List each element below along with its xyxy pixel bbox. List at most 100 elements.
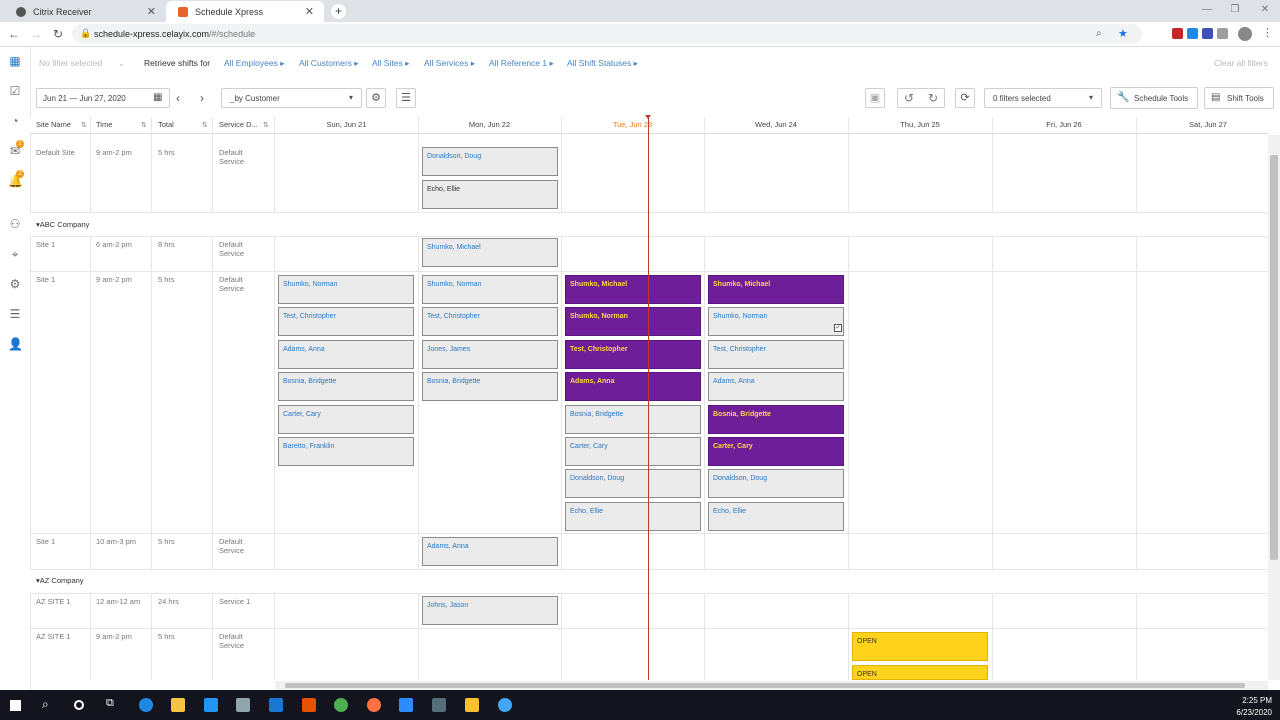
sort-icon[interactable]: ⇅ (81, 121, 87, 129)
chrome-icon[interactable] (334, 698, 348, 712)
tab-schedule-xpress[interactable]: Schedule Xpress ✕ (166, 1, 324, 22)
sort-icon[interactable]: ⇅ (202, 121, 208, 129)
store-icon[interactable] (204, 698, 218, 712)
prev-week-icon[interactable]: ‹ (176, 91, 180, 105)
clipboard-check-icon[interactable]: ☑ (8, 84, 22, 98)
group-row-abc[interactable]: ▾ABC Company (30, 213, 1268, 236)
extension-grey-icon[interactable] (1217, 28, 1228, 39)
mail-icon[interactable] (269, 698, 283, 712)
shift-block[interactable]: Test, Christopher (422, 307, 558, 336)
filters-selected-dropdown[interactable]: 0 filters selected ▾ (984, 88, 1102, 108)
pie-chart-icon[interactable]: ◔ (8, 114, 22, 128)
cortana-icon[interactable] (74, 700, 84, 710)
edge-icon[interactable] (139, 698, 153, 712)
col-header-total[interactable]: Total (158, 117, 174, 133)
group-toggle[interactable]: ▾ABC Company (36, 220, 89, 229)
shift-block[interactable]: Adams, Anna (708, 372, 844, 401)
sort-icon[interactable]: ⇅ (141, 121, 147, 129)
shift-block[interactable]: Carter, Cary (278, 405, 414, 434)
tab-citrix-receiver[interactable]: Citrix Receiver ✕ (4, 1, 166, 22)
apps-grid-icon[interactable]: ▦ (8, 54, 22, 68)
shift-block[interactable]: Shumko, Michael (422, 238, 558, 267)
saved-filter-select[interactable]: No filter selected (39, 58, 102, 68)
filter-employees[interactable]: All Employees ▸ (224, 58, 285, 69)
menu-kebab-icon[interactable]: ⋮ (1262, 26, 1273, 39)
firefox-icon[interactable] (367, 698, 381, 712)
shift-block[interactable]: Adams, Anna (278, 340, 414, 369)
forward-icon[interactable]: → (28, 26, 44, 42)
shift-block[interactable]: Donaldson, Doug (708, 469, 844, 498)
shift-block[interactable]: Adams, Anna (422, 537, 558, 566)
users-cog-icon[interactable]: ⚇ (8, 217, 22, 231)
shift-block[interactable]: Shumko, Michael (708, 275, 844, 304)
shift-block[interactable]: Carter, Cary (565, 437, 701, 466)
shift-block[interactable]: Bosnia, Bridgette (278, 372, 414, 401)
shift-block[interactable]: Donaldson, Doug (565, 469, 701, 498)
shift-block[interactable]: Test, Christopher (708, 340, 844, 369)
windows-start-icon[interactable] (10, 700, 21, 711)
vertical-scroll-thumb[interactable] (1270, 155, 1278, 560)
shift-block[interactable]: Carter, Cary (708, 437, 844, 466)
profile-avatar[interactable] (1238, 27, 1252, 41)
settings-gear-button[interactable]: ⚙ (366, 88, 386, 108)
taskbar-date[interactable]: 6/23/2020 (1220, 708, 1272, 717)
shift-block[interactable]: Shumko, Norman (565, 307, 701, 336)
shift-block[interactable]: Shumko, Norman (422, 275, 558, 304)
filter-customers[interactable]: All Customers ▸ (299, 58, 359, 69)
map-marker-icon[interactable]: ⌖ (8, 247, 22, 261)
reload-icon[interactable]: ↻ (50, 26, 66, 42)
group-toggle[interactable]: ▾AZ Company (36, 576, 84, 585)
filter-shift-statuses[interactable]: All Shift Statuses ▸ (567, 58, 638, 69)
shift-block[interactable]: Echo, Ellie (565, 502, 701, 531)
shift-block[interactable]: Echo, Ellie (708, 502, 844, 531)
next-week-icon[interactable]: › (200, 91, 204, 105)
shift-block[interactable]: Jones, James (422, 340, 558, 369)
shift-block[interactable]: Echo, Ellie (422, 180, 558, 209)
col-header-time[interactable]: Time (96, 117, 112, 133)
close-icon[interactable]: ✕ (305, 5, 314, 18)
shift-block[interactable]: Shumko, Norman (708, 307, 844, 336)
zoom-app-icon[interactable] (399, 698, 413, 712)
shift-block[interactable]: Johns, Jason (422, 596, 558, 625)
gear-icon[interactable]: ⚙ (8, 277, 22, 291)
date-range-picker[interactable]: Jun 21 — Jun 27, 2020 ▦ (36, 88, 170, 108)
shift-tools-button[interactable]: ▤ Shift Tools (1204, 87, 1274, 109)
list-icon[interactable]: ☰ (8, 307, 22, 321)
group-by-select[interactable]: _by Customer ▾ (221, 88, 362, 108)
horizontal-scroll-thumb[interactable] (285, 683, 1245, 688)
shift-block[interactable]: Bosnia, Bridgette (565, 405, 701, 434)
sort-icon[interactable]: ⇅ (263, 121, 269, 129)
window-close-icon[interactable]: ✕ (1250, 0, 1280, 22)
shift-block[interactable]: Shumko, Michael (565, 275, 701, 304)
file-explorer-icon[interactable] (171, 698, 185, 712)
search-icon[interactable]: ⌕ (42, 697, 49, 712)
undo-icon[interactable]: ↺ (904, 91, 914, 105)
shift-block[interactable]: Shumko, Norman (278, 275, 414, 304)
bookmark-star-icon[interactable]: ★ (1118, 27, 1128, 40)
extension-video-icon[interactable] (1202, 28, 1213, 39)
shift-block[interactable]: Baretto, Franklin (278, 437, 414, 466)
shift-block-open[interactable]: OPEN (852, 632, 988, 661)
shift-block[interactable]: Adams, Anna (565, 372, 701, 401)
sliders-button[interactable]: ☰ (396, 88, 416, 108)
outlook-icon[interactable] (302, 698, 316, 712)
shift-block[interactable]: Test, Christopher (278, 307, 414, 336)
extension-abp-icon[interactable] (1172, 28, 1183, 39)
new-tab-icon[interactable]: + (331, 4, 346, 19)
refresh-button[interactable]: ⟳ (955, 88, 975, 108)
filter-services[interactable]: All Services ▸ (424, 58, 475, 69)
address-bar[interactable]: 🔒 schedule-xpress.celayix.com/#/schedule… (72, 24, 1142, 44)
extension-zoom-icon[interactable] (1187, 28, 1198, 39)
clear-all-filters-link[interactable]: Clear all filters (1214, 58, 1268, 68)
filter-reference-1[interactable]: All Reference 1 ▸ (489, 58, 554, 69)
chevron-down-icon[interactable]: ⌄ (118, 58, 125, 69)
col-header-site-name[interactable]: Site Name (36, 117, 71, 133)
shift-block[interactable]: Bosnia, Bridgette (422, 372, 558, 401)
save-icon[interactable]: ▣ (865, 88, 885, 108)
redo-icon[interactable]: ↻ (928, 91, 938, 105)
taskbar-time[interactable]: 2:25 PM (1220, 696, 1272, 705)
user-icon[interactable]: 👤 (8, 337, 23, 351)
sticky-app-icon[interactable] (465, 698, 479, 712)
confirmed-check-icon[interactable]: ✓ (834, 324, 842, 332)
shift-block-open[interactable]: OPEN (852, 665, 988, 680)
